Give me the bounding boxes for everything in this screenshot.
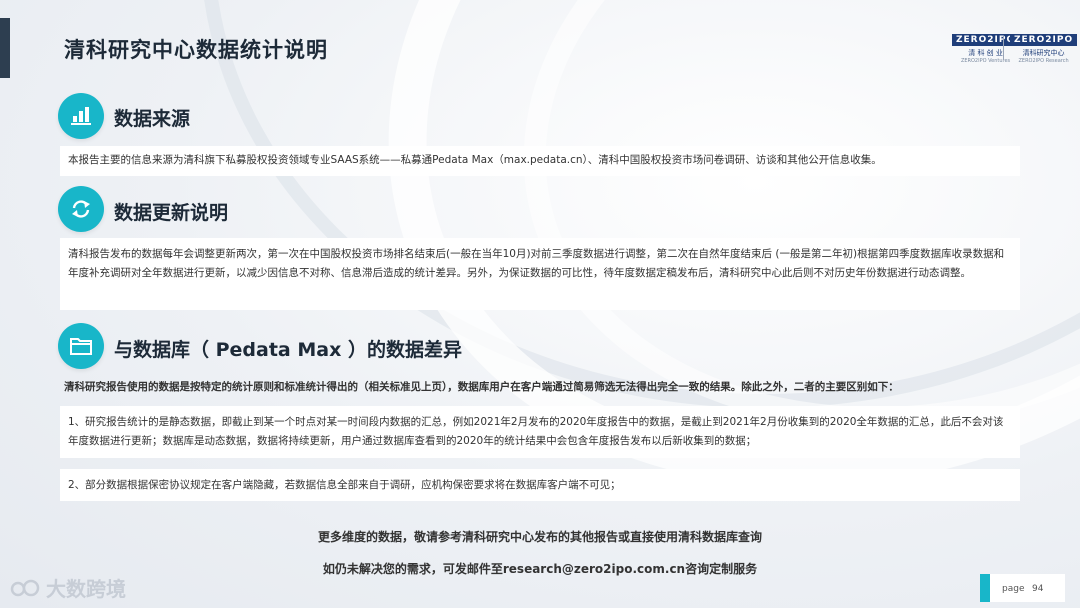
- left-accent-bar: [0, 18, 10, 78]
- diff-item-2: 2、部分数据根据保密协议规定在客户端隐藏，若数据信息全部来自于调研，应机构保密要…: [68, 479, 621, 491]
- slide: 清科研究中心数据统计说明 ZERO2IPO 清 科 创 业 ZERO2IPO V…: [0, 0, 1080, 608]
- update-text: 清科报告发布的数据每年会调整更新两次，第一次在中国股权投资市场排名结束后(一般在…: [68, 248, 1005, 279]
- diff-item-box: 1、研究报告统计的是静态数据，即截止到某一个时点对某一时间段内数据的汇总，例如2…: [60, 406, 1020, 458]
- refresh-icon: [58, 186, 104, 232]
- watermark-text: 大数跨境: [46, 577, 126, 601]
- section-title-diff: 与数据库（ Pedata Max ）的数据差异: [114, 339, 462, 361]
- folder-icon: [58, 323, 104, 369]
- section-title-update: 数据更新说明: [114, 202, 229, 224]
- diff-item-box: 2、部分数据根据保密协议规定在客户端隐藏，若数据信息全部来自于调研，应机构保密要…: [60, 469, 1020, 501]
- logo-divider: [1003, 36, 1004, 60]
- logo-name: 清科研究中心: [1022, 49, 1065, 57]
- logo-name: 清 科 创 业: [968, 49, 1003, 57]
- page-title: 清科研究中心数据统计说明: [64, 38, 328, 62]
- page-number: 94: [1032, 584, 1044, 594]
- zero2ipo-research-logo: ZERO2IPO 清科研究中心 ZERO2IPO Research: [1010, 34, 1078, 64]
- watermark-logo-icon: [10, 577, 40, 599]
- source-text: 本报告主要的信息来源为清科旗下私募股权投资领域专业SAAS系统——私募通Peda…: [68, 154, 882, 166]
- diff-intro: 清科研究报告使用的数据是按特定的统计原则和标准统计得出的（相关标准见上页），数据…: [64, 381, 899, 393]
- logo-badge: ZERO2IPO: [1010, 34, 1078, 46]
- logo-en: ZERO2IPO Research: [1018, 58, 1069, 64]
- footer-line-1: 更多维度的数据，敬请参考清科研究中心发布的其他报告或直接使用清科数据库查询: [317, 530, 762, 544]
- bar-chart-icon: [58, 93, 104, 139]
- page-accent-strip: [980, 574, 990, 602]
- update-text-box: 清科报告发布的数据每年会调整更新两次，第一次在中国股权投资市场排名结束后(一般在…: [60, 238, 1020, 310]
- footer-line-2: 如仍未解决您的需求，可发邮件至research@zero2ipo.com.cn咨…: [322, 562, 758, 576]
- page-label: page: [1002, 584, 1025, 594]
- diff-item-1: 1、研究报告统计的是静态数据，即截止到某一个时点对某一时间段内数据的汇总，例如2…: [68, 416, 1004, 447]
- section-title-source: 数据来源: [114, 108, 191, 130]
- watermark: 大数跨境: [10, 573, 126, 602]
- source-text-box: 本报告主要的信息来源为清科旗下私募股权投资领域专业SAAS系统——私募通Peda…: [60, 146, 1020, 176]
- page-number-box: [985, 574, 1065, 602]
